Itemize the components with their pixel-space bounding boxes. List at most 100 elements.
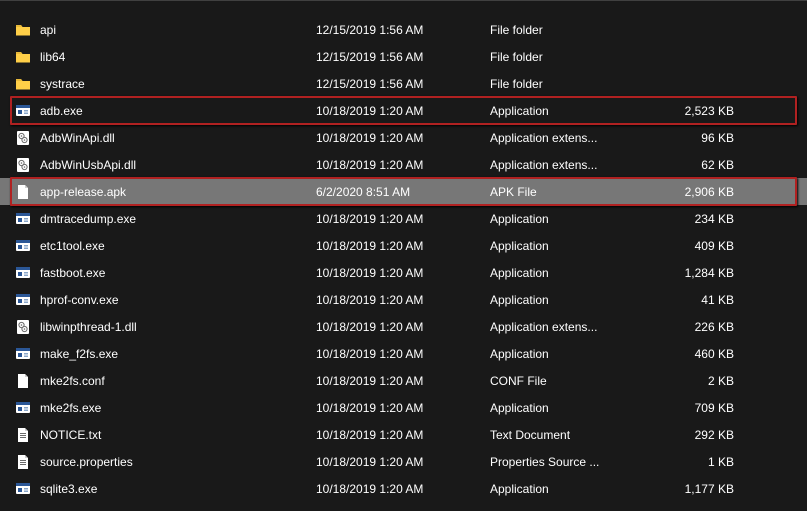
col-type: Properties Source ... — [490, 455, 660, 469]
col-name: api — [14, 21, 316, 39]
col-date: 10/18/2019 1:20 AM — [316, 239, 490, 253]
file-name: make_f2fs.exe — [40, 347, 118, 361]
col-size: 709 KB — [660, 401, 740, 415]
col-size: 2,906 KB — [660, 185, 740, 199]
file-name: dmtracedump.exe — [40, 212, 136, 226]
col-date: 12/15/2019 1:56 AM — [316, 77, 490, 91]
file-row[interactable]: NOTICE.txt 10/18/2019 1:20 AMText Documen… — [0, 421, 807, 448]
col-date: 6/2/2020 8:51 AM — [316, 185, 490, 199]
file-row[interactable]: libwinpthread-1.dll10/18/2019 1:20 AMApp… — [0, 313, 807, 340]
file-name: api — [40, 23, 56, 37]
col-size: 292 KB — [660, 428, 740, 442]
file-name: app-release.apk — [40, 185, 126, 199]
col-date: 10/18/2019 1:20 AM — [316, 428, 490, 442]
col-date: 10/18/2019 1:20 AM — [316, 266, 490, 280]
file-row[interactable]: mke2fs.conf10/18/2019 1:20 AMCONF File2 … — [0, 367, 807, 394]
file-row[interactable]: AdbWinUsbApi.dll 10/18/2019 1:20 AMApplic… — [0, 151, 807, 178]
file-list[interactable]: api12/15/2019 1:56 AMFile folderlib6412/… — [0, 2, 807, 502]
file-row[interactable]: mke2fs.exe10/18/2019 1:20 AMApplication7… — [0, 394, 807, 421]
col-name: etc1tool.exe — [14, 237, 316, 255]
col-type: Application extens... — [490, 320, 660, 334]
col-type: Application extens... — [490, 158, 660, 172]
file-row[interactable]: etc1tool.exe 10/18/2019 1:20 AMApplicatio… — [0, 232, 807, 259]
col-size: 409 KB — [660, 239, 740, 253]
col-date: 12/15/2019 1:56 AM — [316, 50, 490, 64]
col-date: 10/18/2019 1:20 AM — [316, 482, 490, 496]
dll-icon — [14, 318, 32, 336]
file-name: lib64 — [40, 50, 65, 64]
col-name: AdbWinUsbApi.dll — [14, 156, 316, 174]
col-type: CONF File — [490, 374, 660, 388]
col-name: make_f2fs.exe — [14, 345, 316, 363]
file-name: sqlite3.exe — [40, 482, 97, 496]
file-name: adb.exe — [40, 104, 83, 118]
file-row[interactable]: adb.exe10/18/2019 1:20 AMApplication2,52… — [0, 97, 807, 124]
file-icon — [14, 372, 32, 390]
file-row[interactable]: source.properties 10/18/2019 1:20 AMPrope… — [0, 448, 807, 475]
col-size: 1,177 KB — [660, 482, 740, 496]
col-type: Application — [490, 401, 660, 415]
file-row[interactable]: sqlite3.exe 10/18/2019 1:20 AMApplication… — [0, 475, 807, 502]
col-size: 2,523 KB — [660, 104, 740, 118]
exe-icon — [14, 480, 32, 498]
col-type: Application — [490, 266, 660, 280]
file-row[interactable]: fastboot.exe10/18/2019 1:20 AMApplicatio… — [0, 259, 807, 286]
col-type: File folder — [490, 77, 660, 91]
exe-icon — [14, 102, 32, 120]
file-row[interactable]: systrace 12/15/2019 1:56 AMFile folder — [0, 70, 807, 97]
file-row[interactable]: hprof-conv.exe10/18/2019 1:20 AMApplicat… — [0, 286, 807, 313]
file-row[interactable]: api12/15/2019 1:56 AMFile folder — [0, 16, 807, 43]
col-type: Application — [490, 482, 660, 496]
file-row[interactable]: dmtracedump.exe10/18/2019 1:20 AMApplica… — [0, 205, 807, 232]
exe-icon — [14, 264, 32, 282]
folder-icon — [14, 21, 32, 39]
col-date: 10/18/2019 1:20 AM — [316, 455, 490, 469]
col-name: dmtracedump.exe — [14, 210, 316, 228]
col-size: 1,284 KB — [660, 266, 740, 280]
col-size: 96 KB — [660, 131, 740, 145]
col-date: 12/15/2019 1:56 AM — [316, 23, 490, 37]
folder-icon — [14, 75, 32, 93]
col-name: mke2fs.conf — [14, 372, 316, 390]
col-date: 10/18/2019 1:20 AM — [316, 212, 490, 226]
exe-icon — [14, 345, 32, 363]
file-row[interactable]: AdbWinApi.dll10/18/2019 1:20 AMApplicati… — [0, 124, 807, 151]
col-date: 10/18/2019 1:20 AM — [316, 401, 490, 415]
col-size: 460 KB — [660, 347, 740, 361]
folder-icon — [14, 48, 32, 66]
col-type: Application — [490, 347, 660, 361]
col-name: adb.exe — [14, 102, 316, 120]
col-date: 10/18/2019 1:20 AM — [316, 293, 490, 307]
file-name: etc1tool.exe — [40, 239, 105, 253]
txt-icon — [14, 453, 32, 471]
col-type: Text Document — [490, 428, 660, 442]
col-size: 234 KB — [660, 212, 740, 226]
col-size: 41 KB — [660, 293, 740, 307]
file-name: systrace — [40, 77, 85, 91]
col-date: 10/18/2019 1:20 AM — [316, 158, 490, 172]
file-name: NOTICE.txt — [40, 428, 101, 442]
exe-icon — [14, 291, 32, 309]
col-type: Application — [490, 239, 660, 253]
col-type: APK File — [490, 185, 660, 199]
file-row[interactable]: app-release.apk 6/2/2020 8:51 AMAPK File2… — [0, 178, 807, 205]
col-size: 1 KB — [660, 455, 740, 469]
col-name: AdbWinApi.dll — [14, 129, 316, 147]
top-divider — [0, 0, 807, 1]
col-size: 62 KB — [660, 158, 740, 172]
col-name: NOTICE.txt — [14, 426, 316, 444]
col-type: Application — [490, 293, 660, 307]
file-name: AdbWinUsbApi.dll — [40, 158, 136, 172]
col-type: Application — [490, 104, 660, 118]
col-date: 10/18/2019 1:20 AM — [316, 320, 490, 334]
col-name: libwinpthread-1.dll — [14, 318, 316, 336]
file-row[interactable]: make_f2fs.exe10/18/2019 1:20 AMApplicati… — [0, 340, 807, 367]
txt-icon — [14, 426, 32, 444]
col-date: 10/18/2019 1:20 AM — [316, 131, 490, 145]
col-name: lib64 — [14, 48, 316, 66]
file-name: source.properties — [40, 455, 133, 469]
file-name: AdbWinApi.dll — [40, 131, 115, 145]
col-name: systrace — [14, 75, 316, 93]
file-row[interactable]: lib6412/15/2019 1:56 AMFile folder — [0, 43, 807, 70]
dll-icon — [14, 156, 32, 174]
